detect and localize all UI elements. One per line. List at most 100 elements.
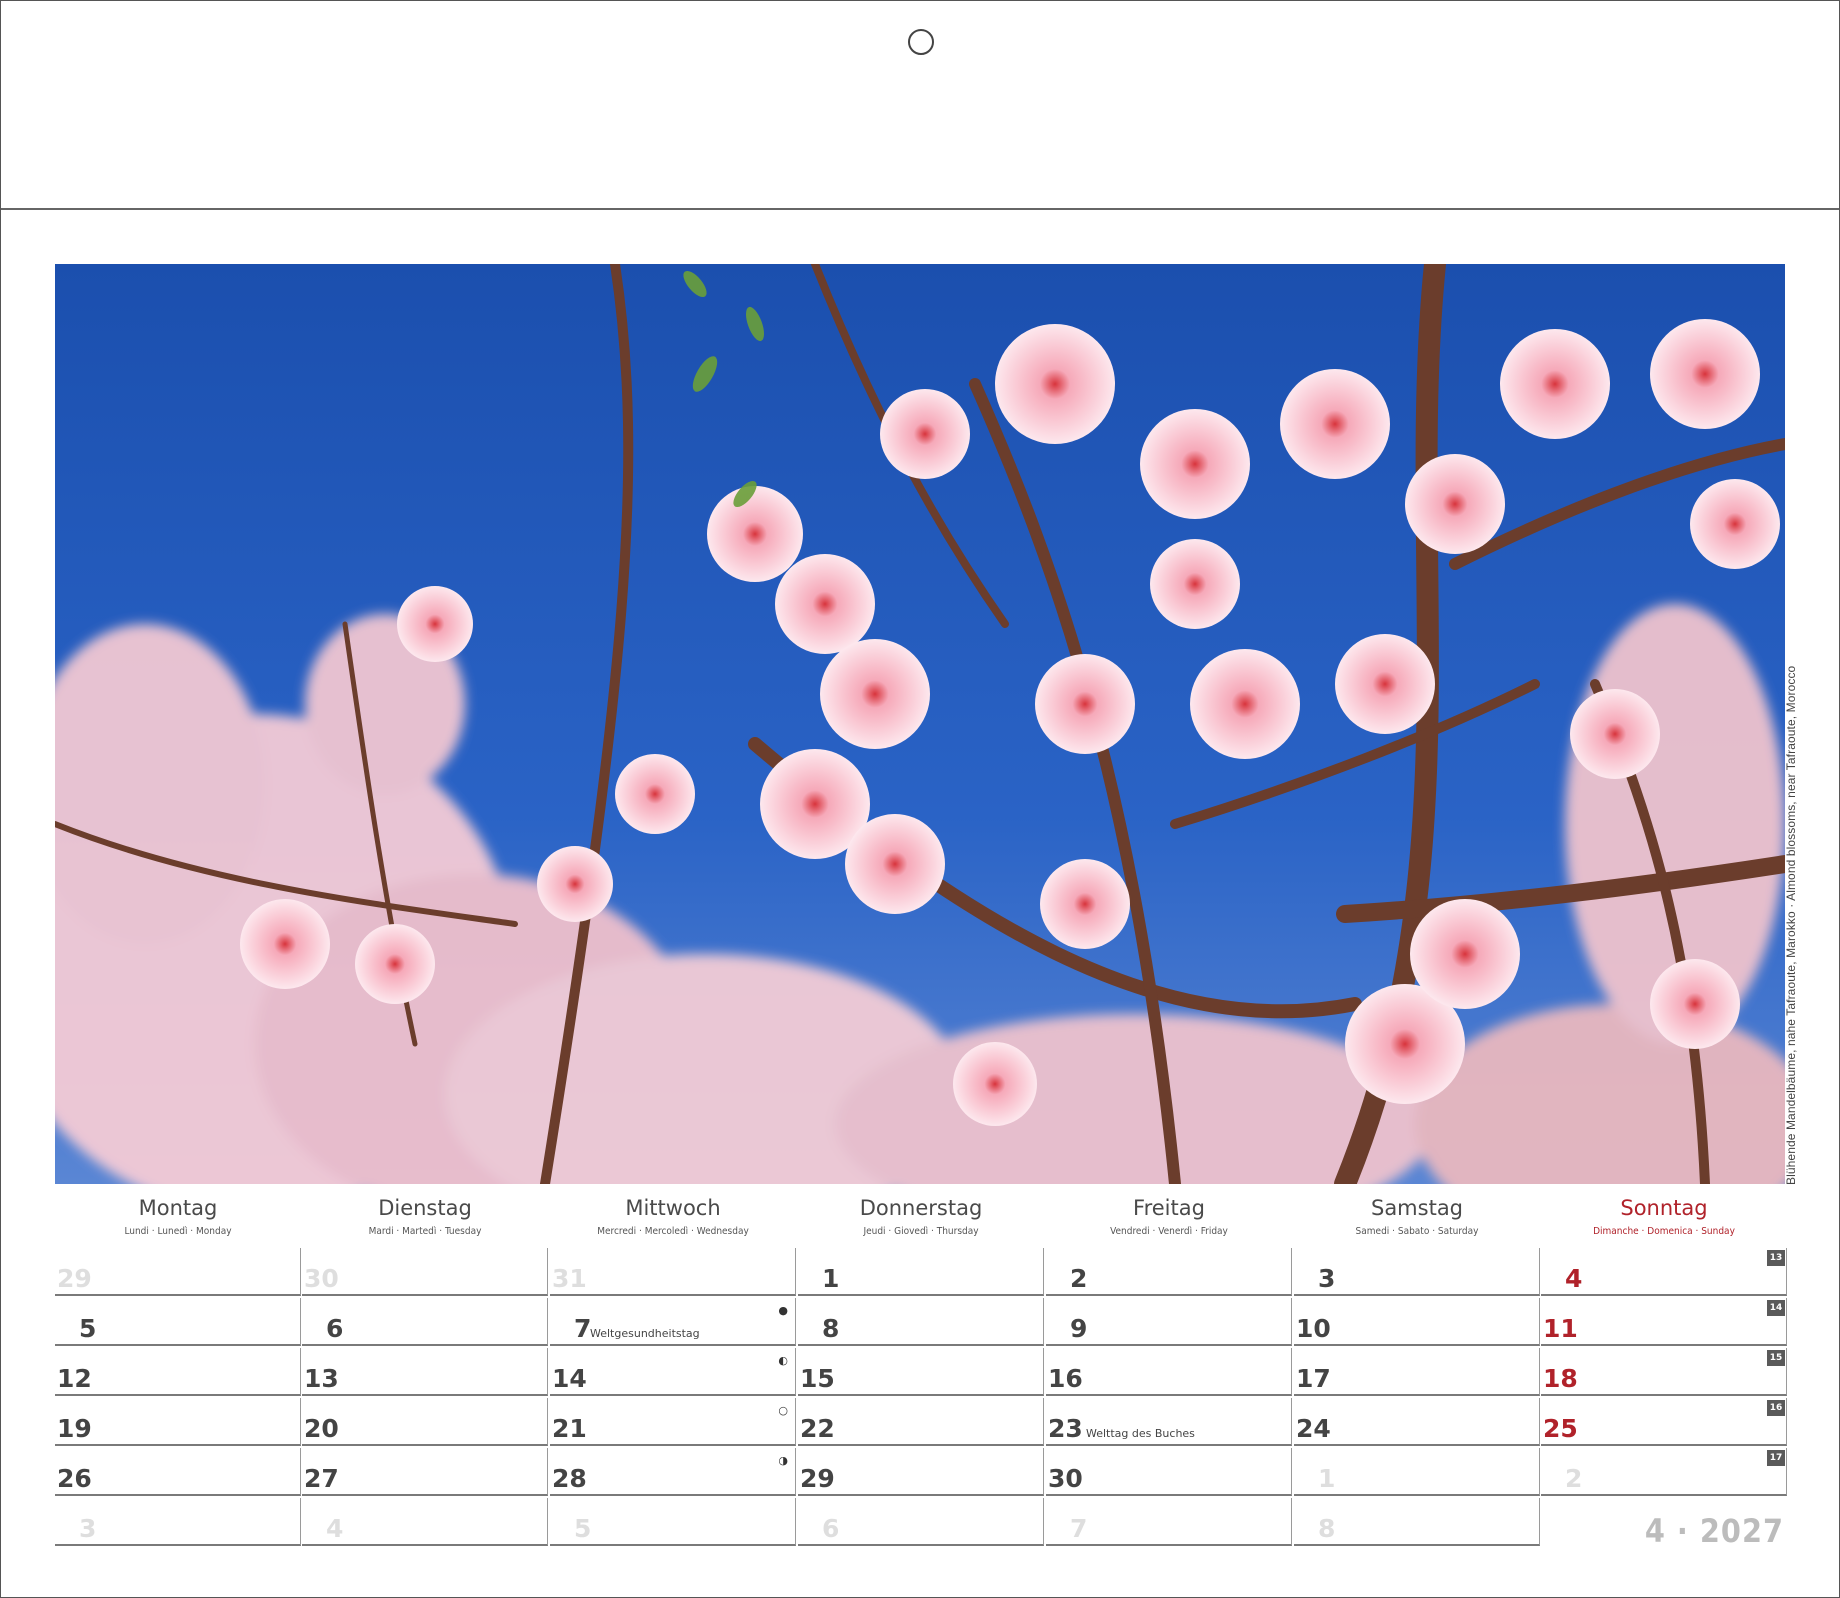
day-cell: 30 <box>1046 1448 1292 1496</box>
day-cell: 1 <box>1294 1448 1540 1496</box>
day-number: 8 <box>1318 1514 1336 1543</box>
weekday-name: Samstag <box>1370 1196 1464 1220</box>
day-cell: 16 <box>1046 1348 1292 1396</box>
day-number: 21 <box>552 1414 587 1443</box>
day-cell: 26 <box>55 1448 301 1496</box>
weekday-translations: Mercredi · Mercoledì · Wednesday <box>597 1226 749 1237</box>
day-cell: 4 <box>302 1498 548 1546</box>
day-cell: 5 <box>550 1498 796 1546</box>
day-number: 1 <box>1318 1464 1336 1493</box>
day-number: 6 <box>326 1314 344 1343</box>
day-cell: 23 Welttag des Buches <box>1046 1398 1292 1446</box>
weekday-header: Samstag Samedi · Sabato · Saturday <box>1294 1196 1540 1237</box>
weekday-name: Mittwoch <box>625 1196 721 1220</box>
weekday-name: Montag <box>138 1196 218 1220</box>
day-number: 27 <box>304 1464 339 1493</box>
day-cell: 30 <box>302 1248 548 1296</box>
day-cell: 19 <box>55 1398 301 1446</box>
day-cell: 25 16 <box>1541 1398 1787 1446</box>
day-cell: 2 17 <box>1541 1448 1787 1496</box>
weekday-name: Sonntag <box>1620 1196 1708 1220</box>
weekday-translations: Mardi · Martedì · Tuesday <box>368 1226 482 1237</box>
weekday-name: Freitag <box>1133 1196 1205 1220</box>
day-cell: 3 <box>55 1498 301 1546</box>
day-number: 30 <box>304 1264 339 1293</box>
weekday-header: Mittwoch Mercredi · Mercoledì · Wednesday <box>550 1196 796 1237</box>
day-number: 5 <box>574 1514 592 1543</box>
week-number-badge: 16 <box>1767 1400 1785 1416</box>
day-number: 13 <box>304 1364 339 1393</box>
day-number: 17 <box>1296 1364 1331 1393</box>
day-number: 2 <box>1565 1464 1583 1493</box>
week-number-badge: 14 <box>1767 1300 1785 1316</box>
day-cell: 5 <box>55 1298 301 1346</box>
day-cell: 2 <box>1046 1248 1292 1296</box>
day-cell: 17 <box>1294 1348 1540 1396</box>
day-cell: 27 <box>302 1448 548 1496</box>
day-number: 26 <box>57 1464 92 1493</box>
day-cell: 6 <box>798 1498 1044 1546</box>
day-cell: 4 13 <box>1541 1248 1787 1296</box>
day-cell: 10 <box>1294 1298 1540 1346</box>
day-cell: 6 <box>302 1298 548 1346</box>
day-number: 23 <box>1048 1414 1083 1443</box>
day-number: 10 <box>1296 1314 1331 1343</box>
day-number: 30 <box>1048 1464 1083 1493</box>
day-cell: 15 <box>798 1348 1044 1396</box>
day-number: 31 <box>552 1264 587 1293</box>
day-cell: 24 <box>1294 1398 1540 1446</box>
day-cell: 8 <box>1294 1498 1540 1546</box>
day-number: 9 <box>1070 1314 1088 1343</box>
day-number: 5 <box>79 1314 97 1343</box>
weekday-name: Dienstag <box>378 1196 472 1220</box>
day-number: 16 <box>1048 1364 1083 1393</box>
photo-caption: Blühende Mandelbäume, nahe Tafraoute, Ma… <box>1784 665 1798 1185</box>
day-number: 4 <box>326 1514 344 1543</box>
weekday-translations: Jeudi · Giovedì · Thursday <box>863 1226 979 1237</box>
day-number: 7 <box>574 1314 592 1343</box>
weekday-translations: Vendredi · Venerdì · Friday <box>1110 1226 1228 1237</box>
weekday-translations: Samedi · Sabato · Saturday <box>1355 1226 1479 1237</box>
day-cell: 18 15 <box>1541 1348 1787 1396</box>
day-cell: 31 <box>550 1248 796 1296</box>
moon-phase-icon: ● <box>778 1304 788 1317</box>
day-cell: 9 <box>1046 1298 1292 1346</box>
holiday-label: Welttag des Buches <box>1086 1427 1195 1440</box>
day-cell: 1 <box>798 1248 1044 1296</box>
week-number-badge: 15 <box>1767 1350 1785 1366</box>
day-number: 1 <box>822 1264 840 1293</box>
hanging-hole <box>908 29 934 55</box>
day-number: 18 <box>1543 1364 1578 1393</box>
moon-phase-icon: ◑ <box>778 1454 788 1467</box>
weekday-header: Montag Lundi · Lunedì · Monday <box>55 1196 301 1237</box>
weekday-header: Dienstag Mardi · Martedì · Tuesday <box>302 1196 548 1237</box>
week-number-badge: 17 <box>1767 1450 1785 1466</box>
day-number: 14 <box>552 1364 587 1393</box>
weekday-translations: Lundi · Lunedì · Monday <box>124 1226 232 1237</box>
day-cell: 7 <box>1046 1498 1292 1546</box>
day-cell: 29 <box>798 1448 1044 1496</box>
weekday-header: Donnerstag Jeudi · Giovedì · Thursday <box>798 1196 1044 1237</box>
day-number: 29 <box>57 1264 92 1293</box>
day-number: 6 <box>822 1514 840 1543</box>
day-number: 29 <box>800 1464 835 1493</box>
moon-phase-icon: ○ <box>778 1404 788 1417</box>
day-cell: 20 <box>302 1398 548 1446</box>
week-number-badge: 13 <box>1767 1250 1785 1266</box>
day-number: 11 <box>1543 1314 1578 1343</box>
day-cell: 28 ◑ <box>550 1448 796 1496</box>
month-year-label: 4 · 2027 <box>1644 1512 1784 1550</box>
day-cell: 8 <box>798 1298 1044 1346</box>
day-cell: 11 14 <box>1541 1298 1787 1346</box>
day-number: 8 <box>822 1314 840 1343</box>
day-number: 4 <box>1565 1264 1583 1293</box>
day-number: 15 <box>800 1364 835 1393</box>
hanging-strip <box>1 1 1839 210</box>
calendar-photo <box>55 264 1785 1184</box>
day-number: 3 <box>79 1514 97 1543</box>
day-cell: 7 Weltgesundheitstag ● <box>550 1298 796 1346</box>
weekday-name: Donnerstag <box>859 1196 983 1220</box>
day-number: 19 <box>57 1414 92 1443</box>
day-cell: 22 <box>798 1398 1044 1446</box>
day-cell: 12 <box>55 1348 301 1396</box>
